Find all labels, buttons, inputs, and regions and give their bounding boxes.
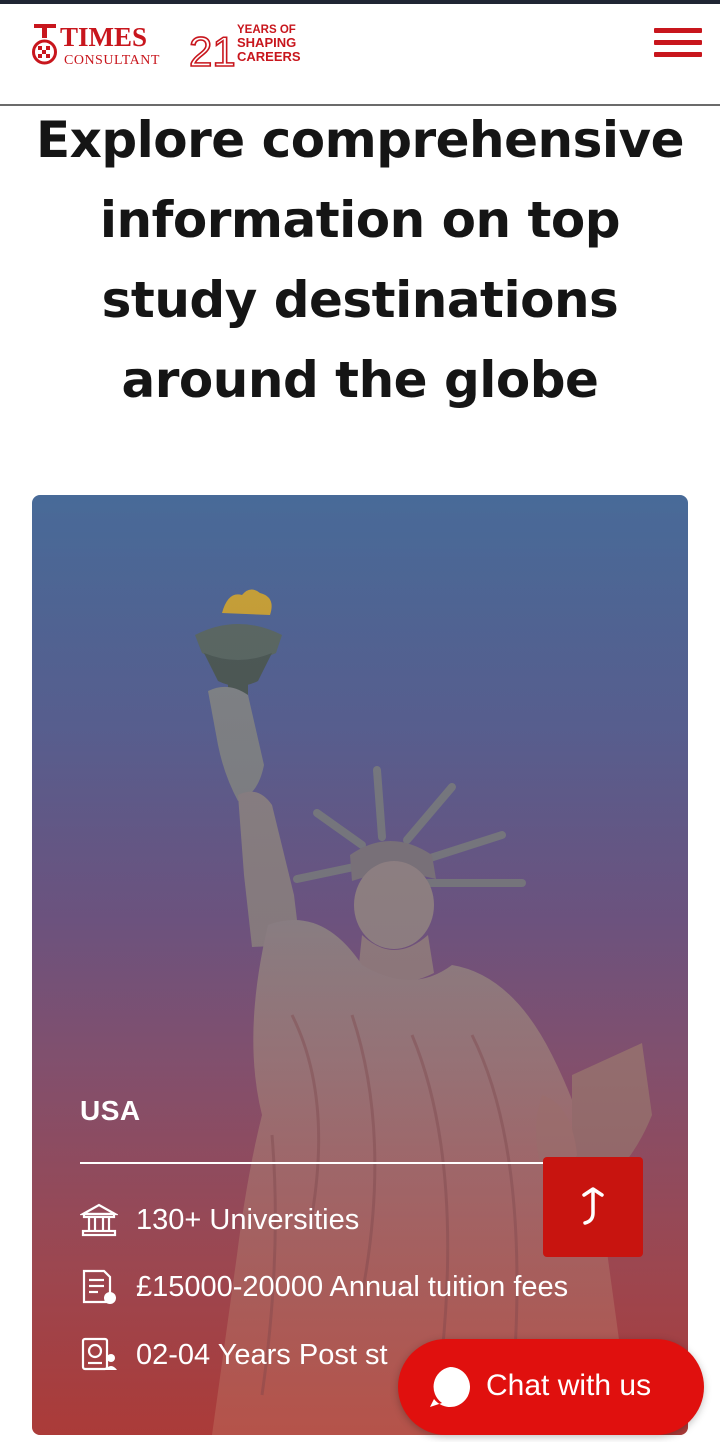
destination-card-usa[interactable]: USA 130+ Universities £15000-20000 Annua… xyxy=(32,495,688,1435)
share-button[interactable] xyxy=(543,1157,643,1257)
card-divider xyxy=(80,1162,560,1164)
times-consultant-logo[interactable]: TIMES CONSULTANT 21 YEARS OF SHAPING CAR… xyxy=(32,20,322,76)
document-fees-icon xyxy=(82,1269,116,1304)
heading-line: Explore comprehensive xyxy=(35,111,685,169)
page-heading: Explore comprehensive information on top… xyxy=(24,100,696,420)
passport-visa-icon xyxy=(81,1337,117,1371)
feature-text: £15000-20000 Annual tuition fees xyxy=(136,1270,569,1303)
site-header: TIMES CONSULTANT 21 YEARS OF SHAPING CAR… xyxy=(0,4,720,106)
menu-bar xyxy=(654,28,702,33)
feature-post-study: 02-04 Years Post st xyxy=(80,1335,388,1375)
university-icon xyxy=(80,1203,118,1237)
chat-label: Chat with us xyxy=(486,1369,652,1402)
menu-bar xyxy=(654,52,702,57)
feature-universities: 130+ Universities xyxy=(80,1200,359,1240)
logo-years-number: 21 xyxy=(189,28,236,75)
svg-text:CAREERS: CAREERS xyxy=(237,49,301,64)
menu-bar xyxy=(654,40,702,45)
chat-with-us-button[interactable]: Chat with us xyxy=(398,1339,704,1435)
feature-text: 130+ Universities xyxy=(136,1203,360,1236)
heading-line: study destinations xyxy=(101,271,619,329)
logo-sub-text: CONSULTANT xyxy=(64,53,160,68)
heading-line: information on top xyxy=(99,191,621,249)
hamburger-menu-icon[interactable] xyxy=(652,24,704,64)
feature-tuition-fees: £15000-20000 Annual tuition fees xyxy=(80,1267,568,1307)
svg-text:SHAPING: SHAPING xyxy=(237,35,296,50)
feature-text: 02-04 Years Post st xyxy=(136,1338,388,1371)
heading-line: around the globe xyxy=(121,351,599,409)
share-arrow-icon xyxy=(582,1187,604,1225)
country-name: USA xyxy=(80,1095,141,1126)
logo-brand-text: TIMES xyxy=(60,22,147,52)
chat-bubble-icon xyxy=(430,1367,470,1407)
